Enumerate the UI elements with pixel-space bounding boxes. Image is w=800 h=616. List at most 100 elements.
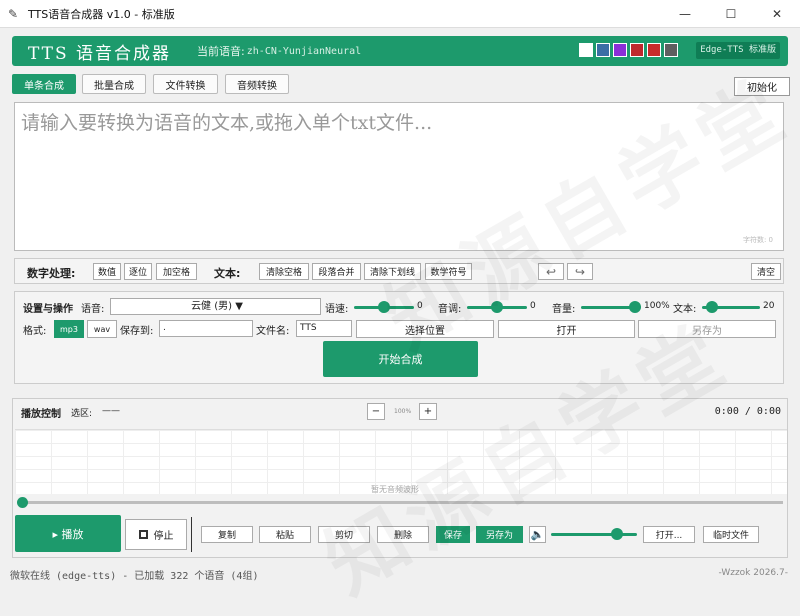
playback-panel: 播放控制 选区: —— − 100% + 0:00 / 0:00 暂无音频波形 … [12,398,788,558]
zoom-level: 100% [394,408,412,415]
pitch-slider[interactable] [467,301,527,313]
app-title: TTS 语音合成器 [28,43,172,64]
volume-slider-knob[interactable] [629,301,641,313]
char-count: 字符数: 0 [742,236,773,244]
filename-label: 文件名: [256,326,290,337]
play-button[interactable]: ▸ 播放 [15,515,121,552]
playback-volume-slider[interactable] [551,528,637,540]
rate-value: 0 [417,301,423,311]
save-path-input[interactable]: . [159,320,253,337]
speaker-icon[interactable]: 🔈 [529,526,546,543]
choose-location-button[interactable]: 选择位置 [356,320,494,338]
rate-label: 语速: [325,304,349,315]
voice-label: 语音: [81,304,105,315]
tab-single[interactable]: 单条合成 [12,74,76,94]
open-audio-button[interactable]: 打开... [643,526,695,543]
theme-swatch-crimson[interactable] [647,43,661,57]
pitch-value: 0 [530,301,536,311]
divider [191,517,192,552]
temp-file-button[interactable]: 临时文件 [703,526,759,543]
clear-underscore-button[interactable]: 清除下划线 [364,263,421,280]
filename-input[interactable]: TTS [296,320,352,337]
rate-slider[interactable] [354,301,414,313]
current-voice-value: zh-CN-YunjianNeural [246,45,362,57]
save-audio-as-button[interactable]: 另存为 [476,526,523,543]
theme-swatch-blue[interactable] [596,43,610,57]
rate-slider-knob[interactable] [378,301,390,313]
start-synthesis-button[interactable]: 开始合成 [323,341,478,377]
theme-swatches [579,43,678,57]
zoom-out-button[interactable]: − [367,403,385,420]
no-waveform-label: 暂无音频波形 [371,485,419,494]
status-text: 微软在线 (edge-tts) - 已加载 322 个语音 (4组) [10,571,259,582]
seek-bar[interactable] [17,497,783,508]
close-button[interactable]: ✕ [754,0,800,28]
clear-spaces-button[interactable]: 清除空格 [259,263,309,280]
text-tools-bar: 数字处理: 数值 逐位 加空格 文本: 清除空格 段落合并 清除下划线 数学符号… [14,258,784,284]
playback-volume-knob[interactable] [611,528,623,540]
window-title: TTS语音合成器 v1.0 - 标准版 [28,7,175,21]
engine-badge: Edge-TTS 标准版 [696,42,780,59]
volume-label: 音量: [552,304,576,315]
redo-icon[interactable]: ↪ [567,263,593,280]
text-size-slider-knob[interactable] [706,301,718,313]
format-label: 格式: [23,326,47,337]
cut-button[interactable]: 剪切 [318,526,370,543]
text-size-value: 20 [763,301,775,311]
theme-swatch-red[interactable] [630,43,644,57]
time-display: 0:00 / 0:00 [714,406,781,417]
playback-label: 播放控制 [21,409,61,420]
number-space-button[interactable]: 加空格 [156,263,197,280]
undo-icon[interactable]: ↩ [538,263,564,280]
save-to-label: 保存到: [120,326,154,337]
selection-value: —— [102,406,120,416]
seek-knob[interactable] [17,497,28,508]
tab-file-convert[interactable]: 文件转换 [153,74,218,94]
settings-panel: 设置与操作 语音: 云健 (男) ▼ 语速: 0 音调: 0 音量: 100% … [14,291,784,384]
theme-swatch-white[interactable] [579,43,593,57]
delete-button[interactable]: 删除 [377,526,429,543]
status-bar: 微软在线 (edge-tts) - 已加载 322 个语音 (4组) -Wzzo… [0,562,800,586]
open-folder-button[interactable]: 打开 [498,320,635,338]
format-wav-button[interactable]: wav [87,320,117,338]
title-bar: ✎ TTS语音合成器 v1.0 - 标准版 — ☐ ✕ [0,0,800,28]
feather-icon: ✎ [8,6,19,21]
paste-button[interactable]: 粘贴 [259,526,311,543]
theme-swatch-purple[interactable] [613,43,627,57]
tab-batch[interactable]: 批量合成 [82,74,146,94]
format-mp3-button[interactable]: mp3 [54,320,84,338]
app-header: TTS 语音合成器 当前语音: zh-CN-YunjianNeural Edge… [12,36,788,66]
zoom-in-button[interactable]: + [419,403,437,420]
voice-select[interactable]: 云健 (男) ▼ [110,298,321,315]
save-as-button[interactable]: 另存为 [638,320,776,338]
stop-icon [138,530,148,539]
tab-audio-convert[interactable]: 音频转换 [225,74,289,94]
init-button[interactable]: 初始化 [734,77,790,96]
copy-button[interactable]: 复制 [201,526,253,543]
waveform-area[interactable]: 暂无音频波形 [15,429,787,494]
number-value-button[interactable]: 数值 [93,263,121,280]
volume-value: 100% [644,301,670,311]
selection-label: 选区: [71,409,93,419]
minimize-button[interactable]: — [662,0,708,28]
theme-swatch-gray[interactable] [664,43,678,57]
text-size-slider[interactable] [702,301,760,313]
text-input[interactable]: 请输入要转换为语音的文本,或拖入单个txt文件... 字符数: 0 [14,102,784,251]
number-processing-label: 数字处理: [27,267,76,280]
copyright-text: -Wzzok 2026.7- [718,568,788,578]
pitch-slider-knob[interactable] [491,301,503,313]
stop-label: 停止 [153,531,174,542]
math-symbols-button[interactable]: 数学符号 [425,263,472,280]
merge-paragraphs-button[interactable]: 段落合并 [312,263,361,280]
number-digit-button[interactable]: 逐位 [124,263,152,280]
stop-button[interactable]: 停止 [125,519,187,550]
text-tools-label: 文本: [214,267,241,280]
volume-slider[interactable] [581,301,641,313]
text-size-label: 文本: [673,304,697,315]
maximize-button[interactable]: ☐ [708,0,754,28]
clear-button[interactable]: 清空 [751,263,781,280]
save-audio-button[interactable]: 保存 [436,526,470,543]
text-input-placeholder: 请输入要转换为语音的文本,或拖入单个txt文件... [21,112,433,134]
current-voice-label: 当前语音: [197,45,245,58]
settings-label: 设置与操作 [23,304,73,315]
